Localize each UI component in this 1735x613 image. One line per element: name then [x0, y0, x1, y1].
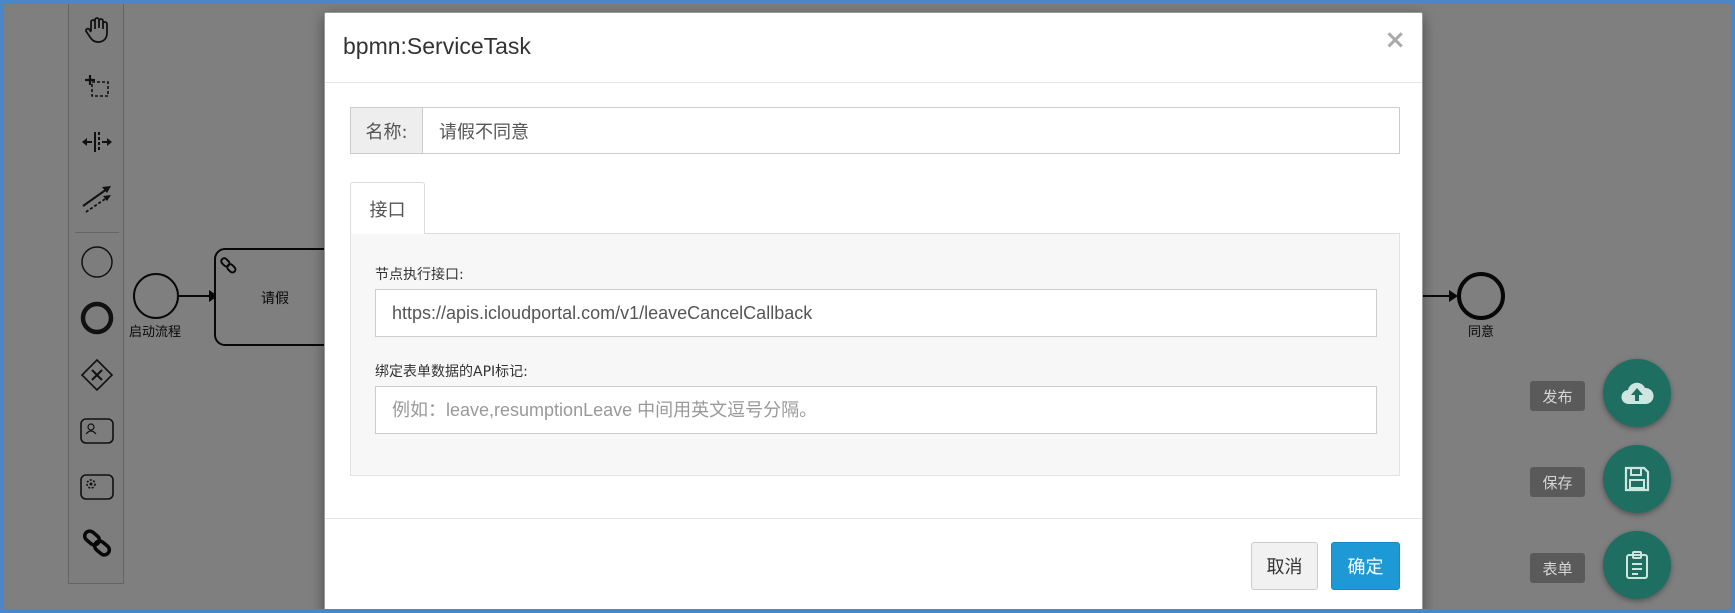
cloud-upload-icon — [1621, 382, 1654, 405]
name-input-group: 名称: — [350, 107, 1400, 154]
publish-button[interactable] — [1603, 359, 1671, 427]
name-input[interactable] — [423, 108, 1399, 153]
app-frame: 启动流程 请假 同意 — [0, 0, 1735, 613]
dialog-title: bpmn:ServiceTask — [343, 33, 531, 59]
tab-interface[interactable]: 接口 — [350, 182, 425, 235]
close-icon[interactable]: × — [1384, 27, 1406, 53]
cancel-button[interactable]: 取消 — [1251, 542, 1318, 590]
dialog-footer-divider — [325, 518, 1422, 519]
endpoint-label: 节点执行接口: — [375, 267, 464, 283]
save-label: 保存 — [1530, 467, 1585, 497]
tab-panel-interface: 节点执行接口: 绑定表单数据的API标记: — [350, 234, 1400, 476]
name-addon-label: 名称: — [351, 108, 423, 153]
dialog-header: bpmn:ServiceTask × — [325, 13, 1422, 83]
api-key-input[interactable] — [375, 386, 1377, 434]
form-button[interactable] — [1603, 531, 1671, 599]
api-key-label: 绑定表单数据的API标记: — [375, 364, 528, 380]
clipboard-icon — [1626, 551, 1648, 579]
service-task-dialog: bpmn:ServiceTask × 名称: 接口 节点执行接口: 绑定表单数据… — [324, 12, 1423, 609]
floppy-disk-icon — [1624, 466, 1650, 492]
tab-bar: 接口 — [350, 174, 1400, 235]
ok-button[interactable]: 确定 — [1331, 542, 1400, 590]
publish-label: 发布 — [1530, 381, 1585, 411]
save-button[interactable] — [1603, 445, 1671, 513]
form-label: 表单 — [1530, 553, 1585, 583]
endpoint-input[interactable] — [375, 289, 1377, 337]
